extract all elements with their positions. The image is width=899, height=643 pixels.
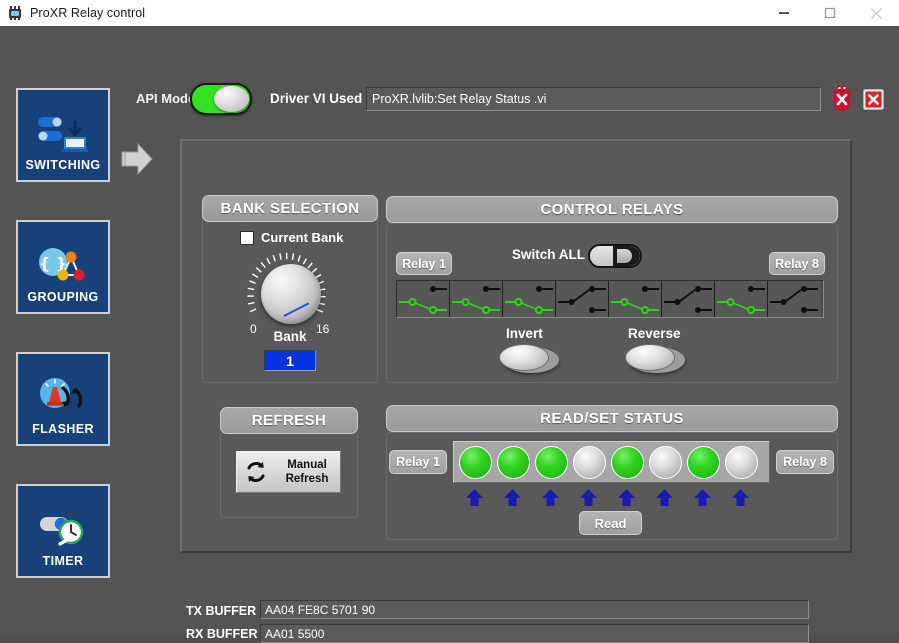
status-relay-last-label[interactable]: Relay 8 — [776, 450, 834, 474]
api-mode-toggle-knob — [214, 86, 249, 112]
driver-vi-field[interactable]: ProXR.lvlib:Set Relay Status .vi — [366, 87, 821, 111]
status-relay-first-label[interactable]: Relay 1 — [389, 450, 447, 474]
bank-knob-needle — [283, 302, 310, 317]
sidebar-item-flasher[interactable]: FLASHER — [16, 352, 110, 446]
sidebar-item-label: FLASHER — [32, 422, 94, 436]
relay-switch-7[interactable] — [715, 281, 768, 317]
timer-icon — [34, 508, 92, 552]
close-icon[interactable] — [853, 0, 899, 26]
sidebar-item-label: TIMER — [42, 554, 84, 568]
up-arrow-icon — [534, 488, 567, 508]
window-title-bar: ProXR Relay control — [0, 0, 899, 27]
maximize-icon[interactable] — [807, 0, 853, 26]
relay-led-8[interactable] — [725, 445, 758, 479]
relay-switch-glyph — [770, 286, 818, 313]
relay-led-2[interactable] — [497, 445, 530, 479]
relay-led-array — [453, 441, 770, 483]
current-bank-checkbox[interactable] — [240, 230, 254, 245]
relay-led-1[interactable] — [459, 445, 492, 479]
switch-all-label: Switch ALL — [512, 247, 585, 262]
usb-disconnect-icon[interactable] — [832, 86, 852, 112]
api-mode-toggle[interactable] — [190, 83, 252, 115]
bank-label: Bank — [273, 329, 307, 344]
invert-label: Invert — [506, 326, 543, 341]
relay-led-4[interactable] — [573, 445, 606, 479]
current-bank-label: Current Bank — [261, 230, 344, 245]
relay-switch-4[interactable] — [556, 281, 609, 317]
relay-switch-3[interactable] — [503, 281, 556, 317]
relay-led-6[interactable] — [649, 445, 682, 479]
grouping-icon: { } — [34, 244, 92, 288]
up-arrow-icon — [648, 488, 681, 508]
relay-switch-array — [396, 280, 824, 318]
relay-switch-glyph — [505, 286, 553, 314]
flasher-icon — [34, 376, 92, 420]
api-mode-label: API Mode — [136, 91, 196, 106]
relay-switch-glyph — [452, 286, 500, 314]
reverse-toggle[interactable] — [625, 344, 685, 374]
up-arrow-icon — [610, 488, 643, 508]
stop-close-icon[interactable] — [863, 89, 884, 110]
up-arrow-icon — [496, 488, 529, 508]
chip-icon — [7, 5, 23, 21]
bank-knob-body[interactable] — [261, 264, 321, 324]
invert-toggle[interactable] — [499, 344, 559, 374]
control-relay-last-label[interactable]: Relay 8 — [769, 252, 825, 275]
manual-refresh-button[interactable]: Manual Refresh — [236, 451, 341, 493]
refresh-title: REFRESH — [220, 407, 358, 434]
window-title: ProXR Relay control — [30, 6, 146, 20]
sidebar-item-grouping[interactable]: { } GROUPING — [16, 220, 110, 314]
reverse-toggle-knob — [625, 344, 675, 371]
control-relays-title: CONTROL RELAYS — [386, 196, 838, 223]
read-set-status-title: READ/SET STATUS — [386, 405, 838, 432]
rx-buffer-label: RX BUFFER — [186, 627, 258, 641]
bank-value-display[interactable]: 1 — [264, 350, 316, 371]
relay-switch-glyph — [717, 286, 765, 314]
reverse-label: Reverse — [628, 326, 681, 341]
relay-switch-8[interactable] — [768, 281, 821, 317]
relay-switch-glyph — [611, 286, 659, 314]
sidebar-item-switching[interactable]: SWITCHING — [16, 88, 110, 182]
relay-switch-glyph — [399, 286, 447, 314]
switching-icon — [34, 112, 92, 156]
relay-switch-5[interactable] — [609, 281, 662, 317]
relay-switch-1[interactable] — [397, 281, 450, 317]
rx-buffer-field[interactable]: AA01 5500 — [260, 624, 809, 643]
relay-switch-2[interactable] — [450, 281, 503, 317]
read-button[interactable]: Read — [579, 511, 642, 535]
relay-arrow-row — [453, 487, 775, 509]
up-arrow-icon — [458, 488, 491, 508]
manual-refresh-label: Manual Refresh — [285, 459, 329, 485]
bank-knob[interactable]: 0 16 — [244, 250, 336, 336]
arrow-right-icon — [120, 138, 154, 180]
tx-buffer-label: TX BUFFER — [186, 604, 257, 618]
relay-led-5[interactable] — [611, 445, 644, 479]
window-controls — [761, 0, 899, 26]
control-relay-first-label[interactable]: Relay 1 — [396, 252, 452, 275]
window-body: API Mode Driver VI Used ProXR.lvlib:Set … — [0, 26, 899, 643]
up-arrow-icon — [724, 488, 757, 508]
driver-vi-label: Driver VI Used — [270, 91, 363, 106]
switch-all-toggle-right — [613, 246, 640, 266]
relay-led-3[interactable] — [535, 445, 568, 479]
refresh-cycle-icon — [247, 462, 265, 482]
minimize-icon[interactable] — [761, 0, 807, 26]
up-arrow-icon — [686, 488, 719, 508]
switch-all-toggle[interactable] — [588, 244, 642, 268]
sidebar-item-label: SWITCHING — [25, 158, 101, 172]
relay-led-7[interactable] — [687, 445, 720, 479]
relay-switch-glyph — [664, 286, 712, 313]
up-arrow-icon — [572, 488, 605, 508]
current-bank-checkbox-row[interactable]: Current Bank — [240, 230, 343, 245]
bank-selection-title: BANK SELECTION — [202, 195, 378, 222]
sidebar-item-label: GROUPING — [27, 290, 99, 304]
relay-switch-6[interactable] — [662, 281, 715, 317]
tx-buffer-field[interactable]: AA04 FE8C 5701 90 — [260, 600, 809, 619]
invert-toggle-knob — [499, 344, 549, 371]
sidebar-item-timer[interactable]: TIMER — [16, 484, 110, 578]
relay-switch-glyph — [558, 286, 606, 313]
